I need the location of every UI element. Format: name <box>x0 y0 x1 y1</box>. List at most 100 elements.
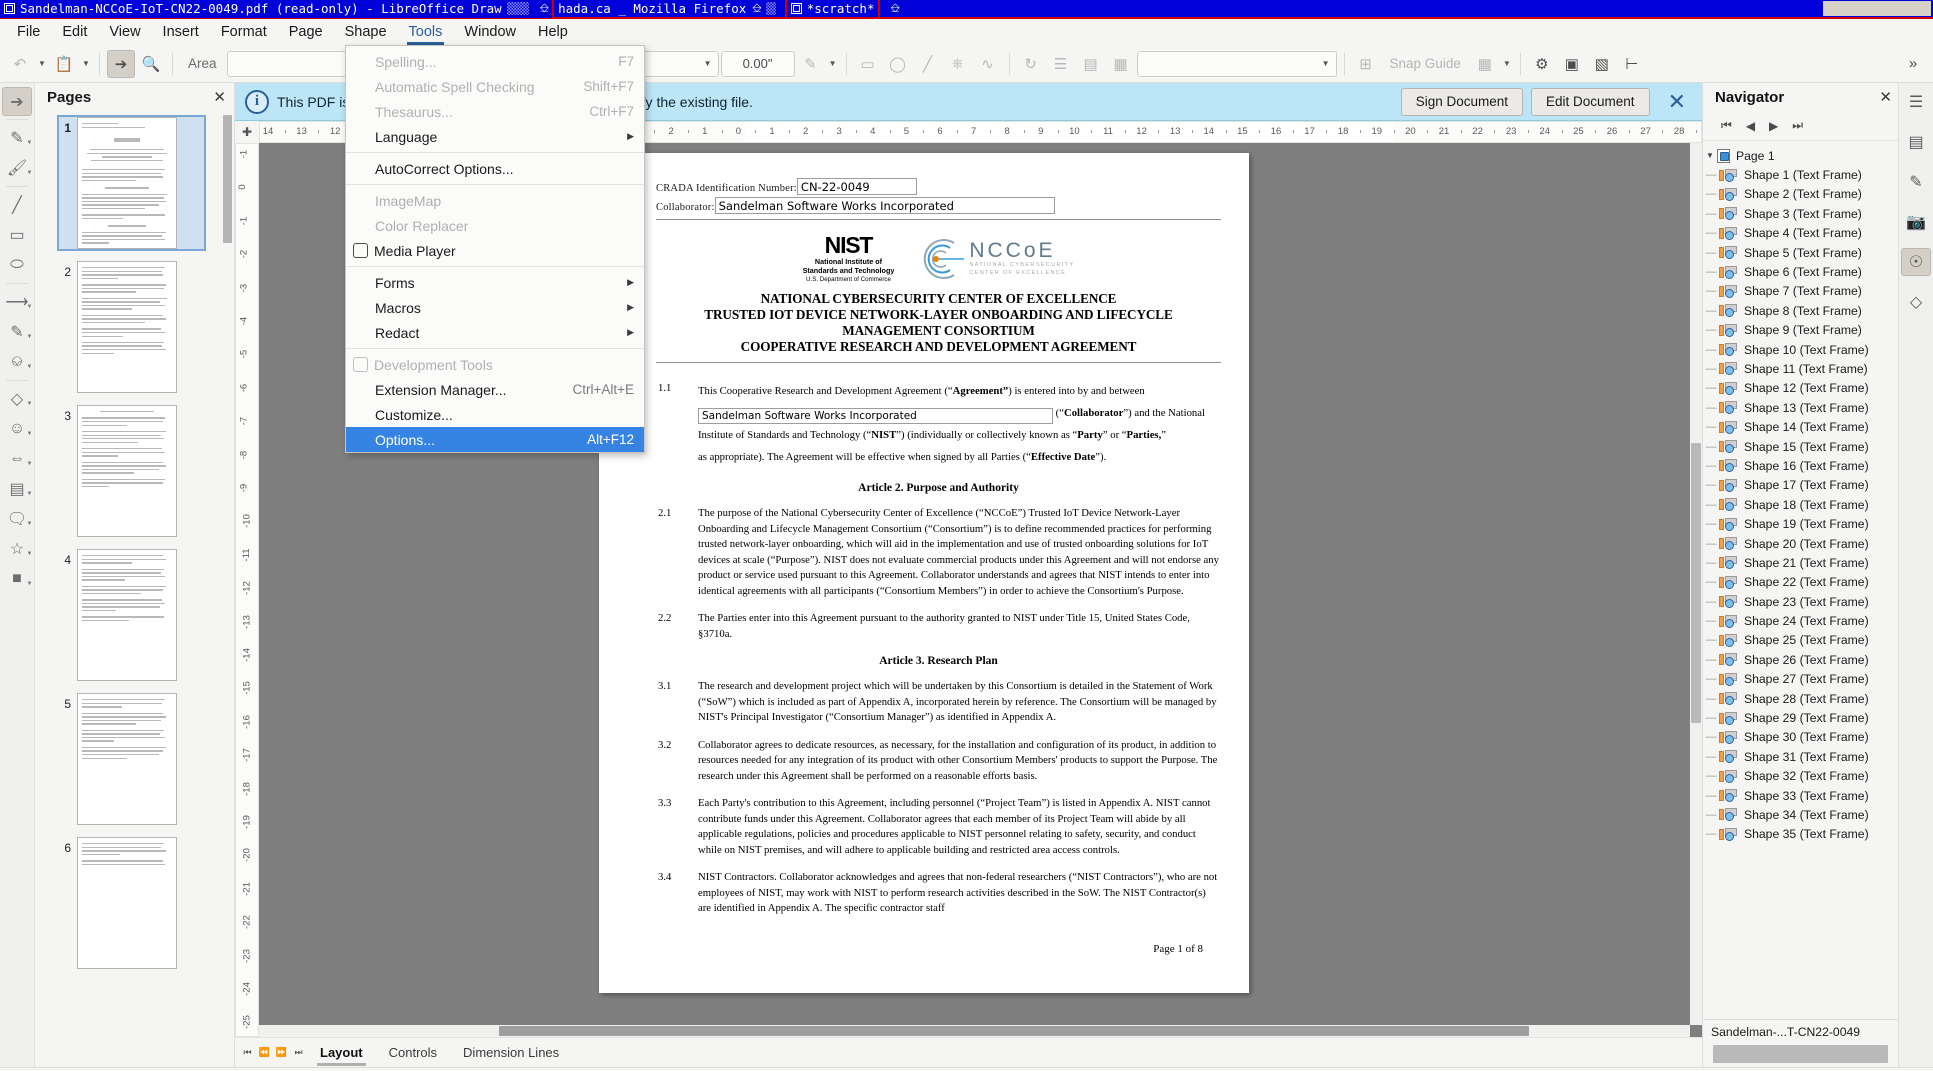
tool-flowchart-icon[interactable]: ▤ ▼ <box>1 474 34 504</box>
scrollbar-thumb[interactable] <box>223 115 232 243</box>
menu-item-redact[interactable]: Redact ▶ <box>346 320 644 345</box>
tool-rectangle-icon[interactable]: ▭ <box>1 220 34 250</box>
next-page-icon[interactable]: ⏩ <box>273 1038 290 1067</box>
distribute-icon[interactable]: ▦ <box>1107 50 1135 78</box>
chevron-down-icon[interactable]: ▼ <box>1703 151 1717 160</box>
caret-icon[interactable]: ▼ <box>27 551 33 557</box>
caret-icon[interactable]: ▼ <box>27 170 33 176</box>
menu-item-macros[interactable]: Macros ▶ <box>346 295 644 320</box>
caret-icon[interactable]: ▼ <box>27 431 33 437</box>
gallery-icon[interactable]: 📷 <box>1901 208 1931 236</box>
tab-dimension-lines[interactable]: Dimension Lines <box>450 1038 572 1067</box>
tree-row-shape[interactable]: — Shape 2 (Text Frame) <box>1703 185 1898 204</box>
shape-ellipse-icon[interactable]: ◯ <box>884 50 912 78</box>
tool-block-arrows-icon[interactable]: ⇔ ▼ <box>1 444 34 474</box>
next-icon[interactable]: ▶ <box>1769 119 1778 133</box>
scrollbar-thumb[interactable] <box>499 1026 1529 1036</box>
tree-row-shape[interactable]: — Shape 13 (Text Frame) <box>1703 398 1898 417</box>
menu-shape[interactable]: Shape <box>334 19 398 45</box>
tool-basic-shapes-icon[interactable]: ◇ ▼ <box>1 384 34 414</box>
zoom-icon[interactable]: 🔍 <box>137 50 165 78</box>
tree-row-shape[interactable]: — Shape 26 (Text Frame) <box>1703 650 1898 669</box>
scrollbar-thumb[interactable] <box>1691 443 1701 723</box>
menu-edit[interactable]: Edit <box>51 19 98 45</box>
tool-stars-icon[interactable]: ☆ ▼ <box>1 534 34 564</box>
tree-row-shape[interactable]: — Shape 18 (Text Frame) <box>1703 495 1898 514</box>
paste-icon[interactable]: 📋 <box>50 50 78 78</box>
menu-item-autocorrect-options[interactable]: AutoCorrect Options... <box>346 156 644 181</box>
undo-dropdown-caret-icon[interactable]: ▼ <box>36 50 48 78</box>
tree-row-shape[interactable]: — Shape 32 (Text Frame) <box>1703 767 1898 786</box>
last-page-icon[interactable]: ⏭ <box>290 1038 307 1067</box>
crop-icon[interactable]: ▣ <box>1558 50 1586 78</box>
tree-row-shape[interactable]: — Shape 20 (Text Frame) <box>1703 534 1898 553</box>
undo-icon[interactable]: ↶ <box>6 50 34 78</box>
tab-controls[interactable]: Controls <box>376 1038 450 1067</box>
caret-icon[interactable]: ▼ <box>27 521 33 527</box>
canvas-vertical-scrollbar[interactable] <box>1690 143 1702 1025</box>
checkbox-icon[interactable] <box>353 357 368 372</box>
caret-icon[interactable]: ▼ <box>27 491 33 497</box>
tree-row-shape[interactable]: — Shape 34 (Text Frame) <box>1703 805 1898 824</box>
menu-item-options[interactable]: Options... Alt+F12 <box>346 427 644 452</box>
list-item[interactable]: 5 <box>59 693 204 825</box>
tool-3d-objects-icon[interactable]: ■ ▼ <box>1 564 34 594</box>
window-menu-icon[interactable]: ⎒ <box>890 1 900 16</box>
tree-row-shape[interactable]: — Shape 9 (Text Frame) <box>1703 321 1898 340</box>
pages-scrollbar[interactable] <box>223 115 232 755</box>
menu-view[interactable]: View <box>98 19 151 45</box>
menu-item-forms[interactable]: Forms ▶ <box>346 270 644 295</box>
tool-callouts-icon[interactable]: 🗨 ▼ <box>1 504 34 534</box>
paste-dropdown-caret-icon[interactable]: ▼ <box>80 50 92 78</box>
tree-row-shape[interactable]: — Shape 24 (Text Frame) <box>1703 611 1898 630</box>
line-color-caret-icon[interactable]: ▼ <box>827 50 839 78</box>
select-icon[interactable]: ➔ <box>107 49 135 78</box>
tree-row-shape[interactable]: — Shape 14 (Text Frame) <box>1703 417 1898 436</box>
canvas-horizontal-scrollbar[interactable] <box>259 1025 1690 1037</box>
tree-row-shape[interactable]: — Shape 10 (Text Frame) <box>1703 340 1898 359</box>
tool-ellipse-icon[interactable]: ⬭ <box>1 250 34 280</box>
edit-document-button[interactable]: Edit Document <box>1531 87 1650 116</box>
navigator-tree[interactable]: ▼ Page 1 — Shape 1 (Text Frame) — Shape 2 (… <box>1703 141 1898 1019</box>
last-icon[interactable]: ⏭ <box>1792 118 1803 133</box>
caret-icon[interactable]: ▼ <box>27 581 33 587</box>
menu-tools[interactable]: Tools <box>398 19 454 45</box>
tool-insert-line-icon[interactable]: ╱ <box>1 190 34 220</box>
previous-page-icon[interactable]: ⏪ <box>256 1038 273 1067</box>
shape-rect-icon[interactable]: ▭ <box>854 50 882 78</box>
align-icon[interactable]: ☰ <box>1047 50 1075 78</box>
grid-icon[interactable]: ▦ <box>1471 50 1499 78</box>
pages-thumbnail-list[interactable]: 1 2 3 4 5 6 <box>35 111 234 1067</box>
list-item[interactable]: 6 <box>59 837 204 969</box>
snap-guide-icon[interactable]: ⊞ <box>1352 50 1380 78</box>
shapes-icon[interactable]: ◇ <box>1901 288 1931 316</box>
tree-row-shape[interactable]: — Shape 6 (Text Frame) <box>1703 262 1898 281</box>
tree-row-shape[interactable]: — Shape 15 (Text Frame) <box>1703 437 1898 456</box>
sidebar-settings-icon[interactable]: ☰ <box>1901 88 1931 116</box>
grid-caret-icon[interactable]: ▼ <box>1501 50 1513 78</box>
navigator-icon[interactable]: ☉ <box>1901 248 1931 276</box>
list-item[interactable]: 2 <box>59 261 204 393</box>
menu-window[interactable]: Window <box>453 19 527 45</box>
tree-row-shape[interactable]: — Shape 1 (Text Frame) <box>1703 165 1898 184</box>
tool-fill-color-icon[interactable]: 🖌 ▼ <box>1 153 34 183</box>
close-icon[interactable]: ✕ <box>213 88 226 106</box>
tree-row-shape[interactable]: — Shape 3 (Text Frame) <box>1703 204 1898 223</box>
navigator-document-scrollbar[interactable] <box>1713 1045 1888 1063</box>
menu-insert[interactable]: Insert <box>152 19 210 45</box>
tree-row-shape[interactable]: — Shape 35 (Text Frame) <box>1703 825 1898 844</box>
caret-icon[interactable]: ▼ <box>27 304 33 310</box>
list-item[interactable]: 1 <box>57 115 206 251</box>
page-sheet[interactable]: CRADA Identification Number: CN-22-0049 … <box>599 153 1249 993</box>
crada-number-field[interactable]: CN-22-0049 <box>796 178 917 195</box>
menu-help[interactable]: Help <box>527 19 579 45</box>
ruler-corner-icon[interactable]: ✚ <box>235 121 259 143</box>
list-item[interactable]: 4 <box>59 549 204 681</box>
window-menu-icon[interactable]: ⎒ <box>752 1 762 16</box>
vertical-ruler[interactable]: -1 0 -1 -2 -3 -4 -5 -6 -7 -8 -9 -10 -11 -12 -13 -14 -15-… <box>235 143 259 1037</box>
caret-icon[interactable]: ▼ <box>27 140 33 146</box>
first-page-icon[interactable]: ⏮ <box>239 1038 256 1067</box>
tree-row-shape[interactable]: — Shape 28 (Text Frame) <box>1703 689 1898 708</box>
tree-row-shape[interactable]: — Shape 11 (Text Frame) <box>1703 359 1898 378</box>
tree-row-shape[interactable]: — Shape 33 (Text Frame) <box>1703 786 1898 805</box>
